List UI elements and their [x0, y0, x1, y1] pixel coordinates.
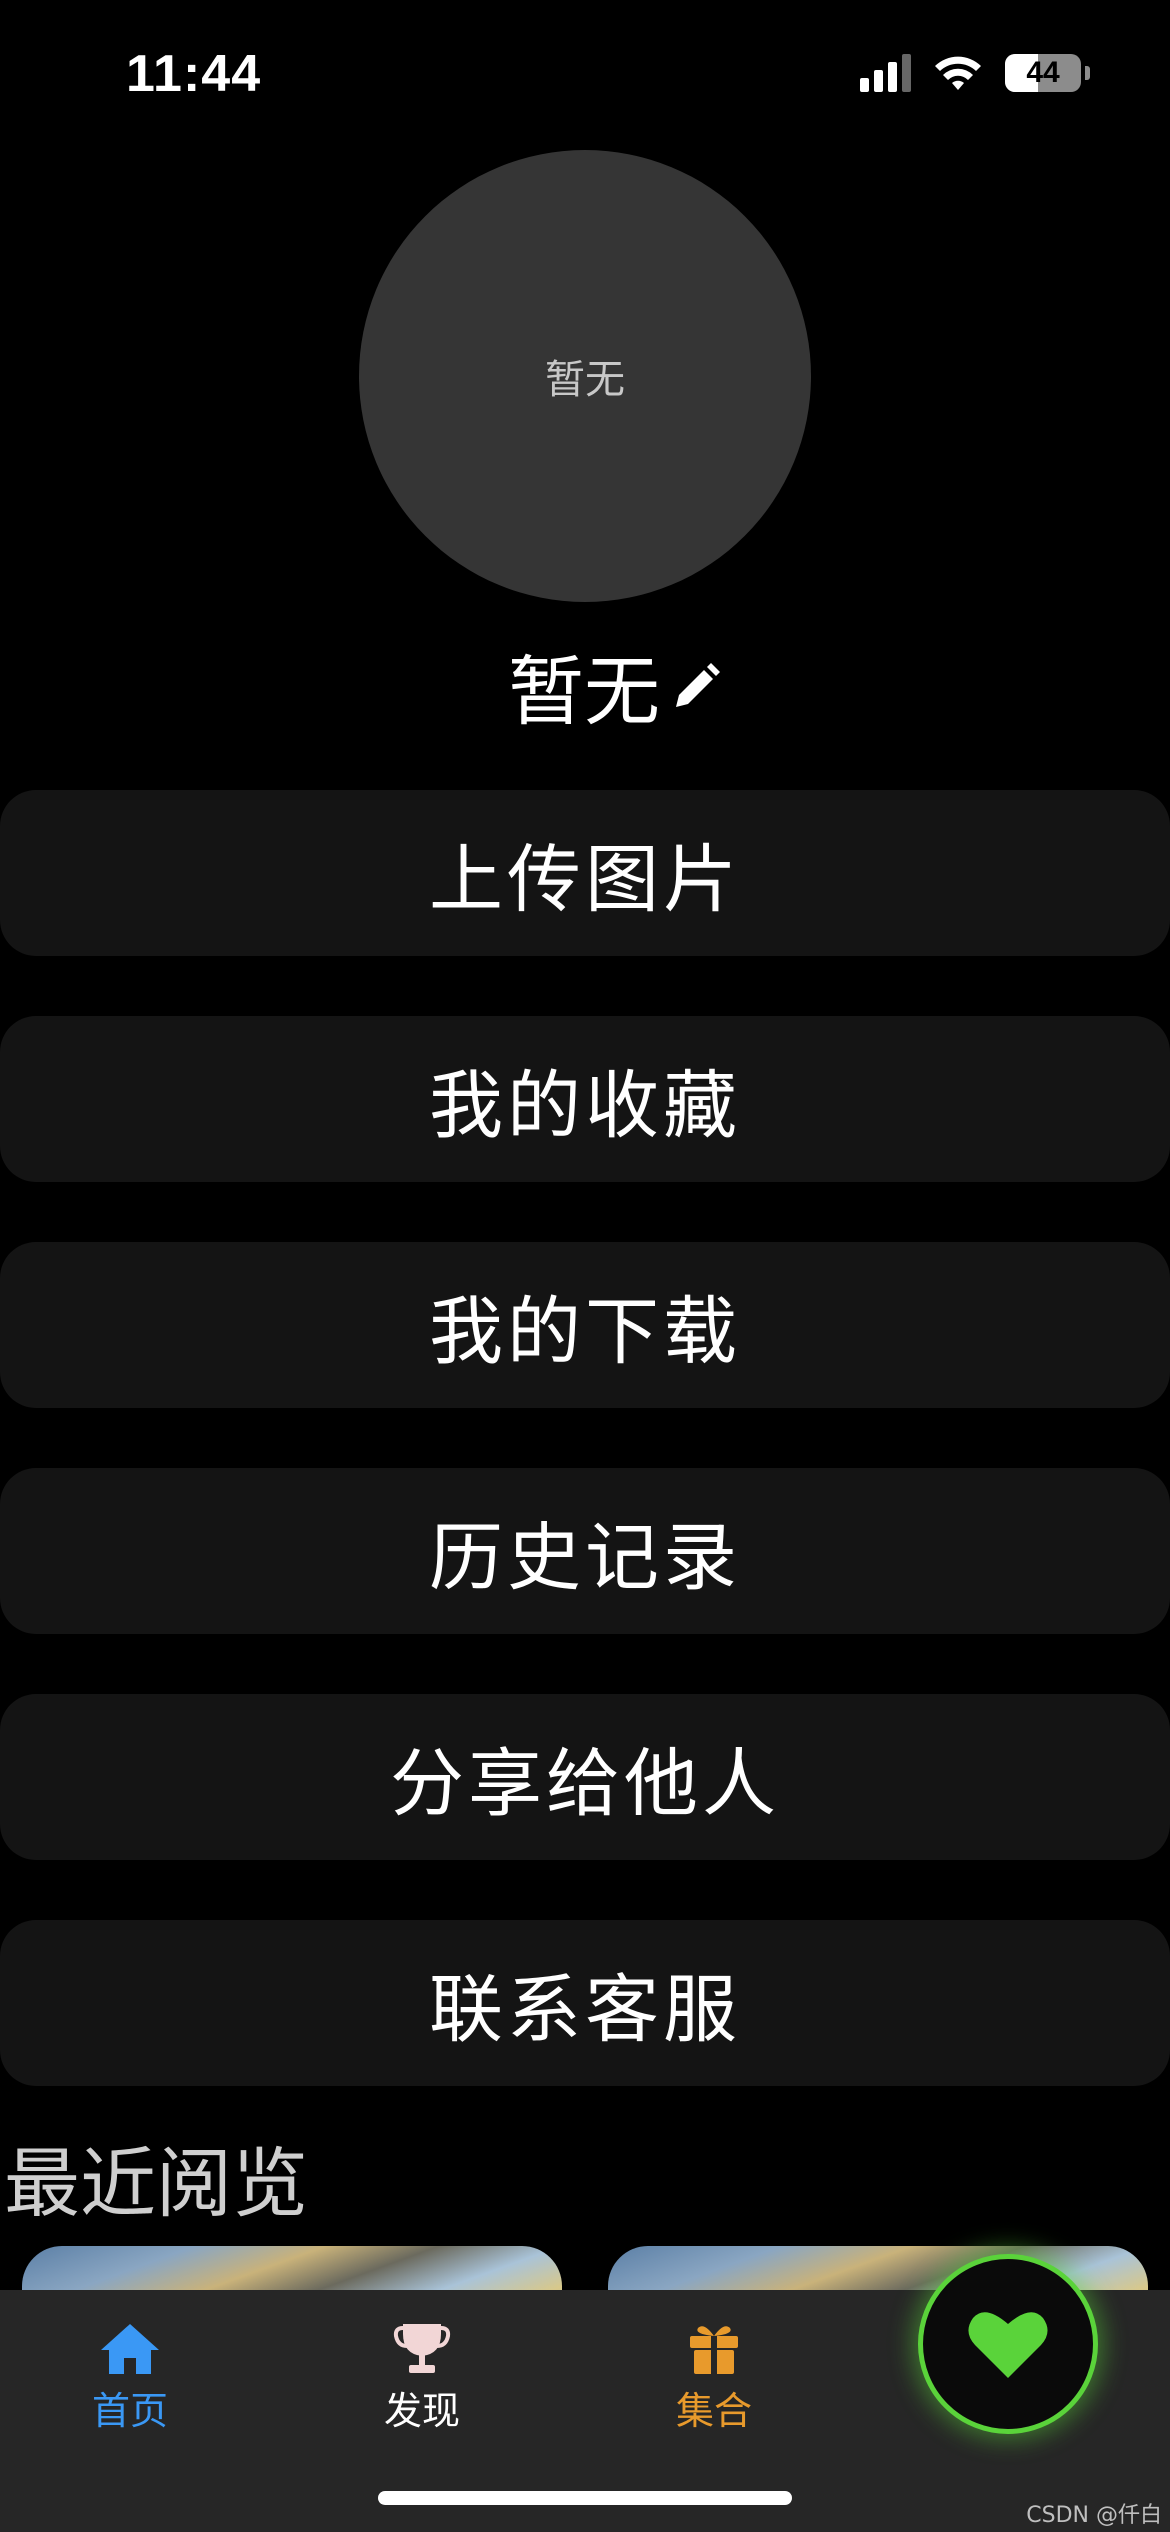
tab-label: 发现	[383, 2389, 460, 2433]
favorite-fab-button[interactable]	[918, 2254, 1098, 2434]
battery-icon: 44	[1005, 54, 1081, 92]
cellular-signal-icon	[860, 54, 911, 92]
recent-section-title: 最近阅览	[4, 2139, 308, 2228]
house-icon	[101, 2324, 159, 2374]
watermark: CSDN @仟白	[1026, 2503, 1162, 2528]
heart-icon	[968, 2312, 1048, 2378]
wifi-icon	[935, 56, 981, 90]
battery-level: 44	[1026, 56, 1060, 89]
menu-my-downloads[interactable]: 我的下载	[0, 1242, 1170, 1408]
status-bar: 11:44 44	[0, 0, 1170, 150]
status-icons: 44	[860, 54, 1090, 92]
gift-icon	[690, 2326, 738, 2374]
menu-label: 上传图片	[429, 836, 741, 923]
tab-home[interactable]: 首页	[30, 2320, 230, 2435]
trophy-icon	[393, 2324, 451, 2373]
tab-collection[interactable]: 集合	[614, 2320, 814, 2435]
battery-tip	[1085, 66, 1090, 80]
pencil-icon[interactable]	[668, 661, 722, 715]
menu-history[interactable]: 历史记录	[0, 1468, 1170, 1634]
menu-label: 联系客服	[429, 1966, 741, 2053]
username-row: 暂无	[0, 630, 1170, 740]
username: 暂无	[508, 647, 660, 736]
tab-label: 首页	[91, 2389, 168, 2433]
menu-share[interactable]: 分享给他人	[0, 1694, 1170, 1860]
menu-label: 分享给他人	[390, 1740, 780, 1827]
menu-customer-service[interactable]: 联系客服	[0, 1920, 1170, 2086]
menu-my-favorites[interactable]: 我的收藏	[0, 1016, 1170, 1182]
menu-label: 我的收藏	[429, 1062, 741, 1149]
avatar[interactable]: 暂无	[359, 150, 811, 602]
tab-discover[interactable]: 发现	[322, 2320, 522, 2435]
menu-label: 我的下载	[429, 1288, 741, 1375]
avatar-placeholder: 暂无	[545, 357, 625, 403]
menu-upload-image[interactable]: 上传图片	[0, 790, 1170, 956]
status-time: 11:44	[126, 45, 262, 103]
tab-label: 集合	[675, 2389, 752, 2433]
home-indicator[interactable]	[378, 2491, 792, 2505]
menu-label: 历史记录	[429, 1514, 741, 1601]
